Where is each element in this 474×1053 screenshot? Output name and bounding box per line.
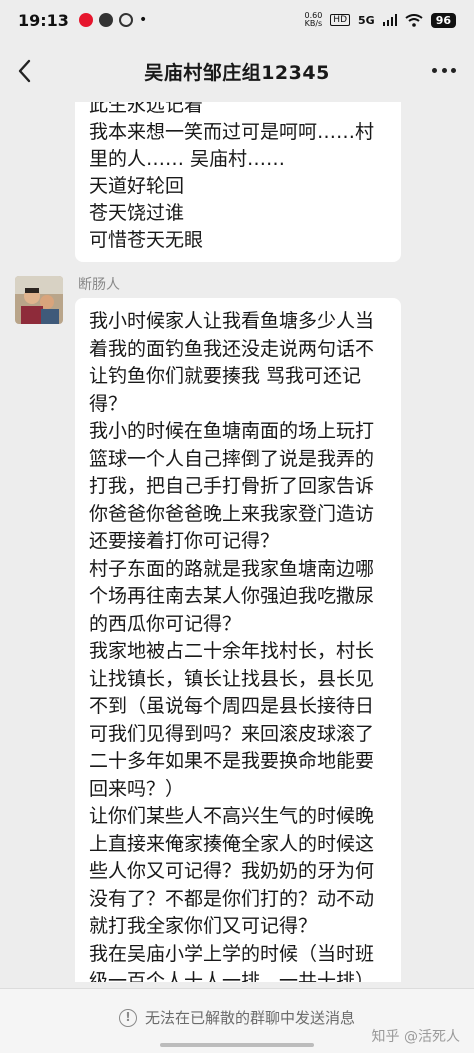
message-line: 里的人…… 吴庙村…… [89, 148, 286, 170]
status-time: 19:13 [18, 10, 69, 30]
hd-icon: HD [330, 14, 350, 26]
message-line: 我家地被占二十余年找村长，村长 [89, 640, 375, 662]
message-bubble[interactable]: 我小时候家人让我看鱼塘多少人当 着我的面钓鱼我还没走说两句话不 让钓鱼你们就要揍… [75, 298, 401, 982]
message-line: 可惜苍天无眼 [89, 229, 204, 251]
wifi-icon [405, 13, 423, 27]
home-indicator[interactable] [160, 1043, 314, 1047]
net-speed-unit: KB/s [304, 19, 323, 28]
message-line: 你爸爸你爸爸晚上来我家登门造访 [89, 502, 375, 525]
message-line: 回来吗？） [89, 777, 185, 800]
dot-icon: • [138, 12, 148, 28]
notice-text: 无法在已解散的群聊中发送消息 [144, 1009, 355, 1027]
message-bubble-previous[interactable]: 此生永远记着 我本来想一笑而过可是呵呵……村 里的人…… 吴庙村…… 天道好轮回… [75, 102, 401, 262]
chat-message-list[interactable]: 此生永远记着 我本来想一笑而过可是呵呵……村 里的人…… 吴庙村…… 天道好轮回… [0, 102, 474, 982]
disbanded-group-notice: ! 无法在已解散的群聊中发送消息 [118, 1007, 355, 1028]
message-line: 的西瓜你可记得？ [89, 612, 242, 635]
chat-title: 吴庙村邹庄组12345 [144, 61, 330, 84]
message-line: 让你们某些人不高兴生气的时候晚 [89, 805, 375, 827]
message-line: 就打我全家你们又可记得？ [89, 915, 318, 937]
message-line: 个场再往南去某人你强迫我吃撒尿 [89, 585, 375, 607]
message-line: 我小时候家人让我看鱼塘多少人当 [89, 310, 375, 332]
message-line: 打我，把自己手打骨折了回家告诉 [89, 475, 375, 497]
watermark: 知乎 @活死人 [371, 1029, 460, 1045]
message-line: 得？ [89, 392, 128, 415]
app-notification-icon [98, 13, 113, 27]
net-speed: 0.60 KB/s [304, 12, 322, 28]
status-bar: 19:13 • 0.60 KB/s HD 5G 96 [0, 0, 474, 40]
message-line: 我本来想一笑而过可是呵呵……村 [89, 121, 375, 143]
sender-avatar[interactable] [15, 276, 63, 324]
message-line: 些人你又可记得？我奶奶的牙为何 [89, 860, 375, 882]
weibo-notification-icon [78, 13, 93, 27]
message-line: 苍天饶过谁 [89, 202, 185, 224]
message-line: 不到（虽说每个周四是县长接待日 [89, 695, 375, 717]
message-line: 级一百个人十人一排，一共十排） [89, 970, 375, 982]
warning-icon: ! [118, 1008, 137, 1027]
message-line: 我小的时候在鱼塘南面的场上玩打 [89, 420, 375, 442]
message-line: 没有了？不都是你们打的？动不动 [89, 887, 375, 910]
message-line: 上直接来俺家揍俺全家人的时候这 [89, 832, 375, 855]
message-line: 我在吴庙小学上学的时候（当时班 [89, 942, 375, 965]
battery-indicator: 96 [430, 12, 456, 28]
message-line: 天道好轮回 [89, 175, 185, 197]
compass-notification-icon [118, 13, 133, 27]
message-line: 篮球一个人自己摔倒了说是我弄的 [89, 447, 375, 470]
signal-5g-label: 5G [358, 13, 375, 27]
message-line: 二十多年如果不是我要换命地能要 [89, 750, 375, 772]
message-line: 着我的面钓鱼我还没走说两句话不 [89, 337, 375, 360]
message-line: 让钓鱼你们就要揍我 骂我可还记 [89, 365, 362, 387]
message-line: 可我们见得到吗？来回滚皮球滚了 [89, 722, 375, 745]
message-line: 此生永远记着 [89, 102, 204, 116]
message-line: 村子东面的路就是我家鱼塘南边哪 [89, 557, 375, 580]
chat-header: 吴庙村邹庄组12345 [0, 40, 474, 102]
sender-name: 断肠人 [78, 277, 120, 293]
signal-icon [382, 14, 397, 26]
message-line: 还要接着打你可记得？ [89, 530, 280, 552]
message-line: 让找镇长，镇长让找县长，县长见 [89, 667, 375, 690]
more-icon[interactable] [432, 68, 456, 74]
back-arrow-icon[interactable] [16, 58, 34, 84]
